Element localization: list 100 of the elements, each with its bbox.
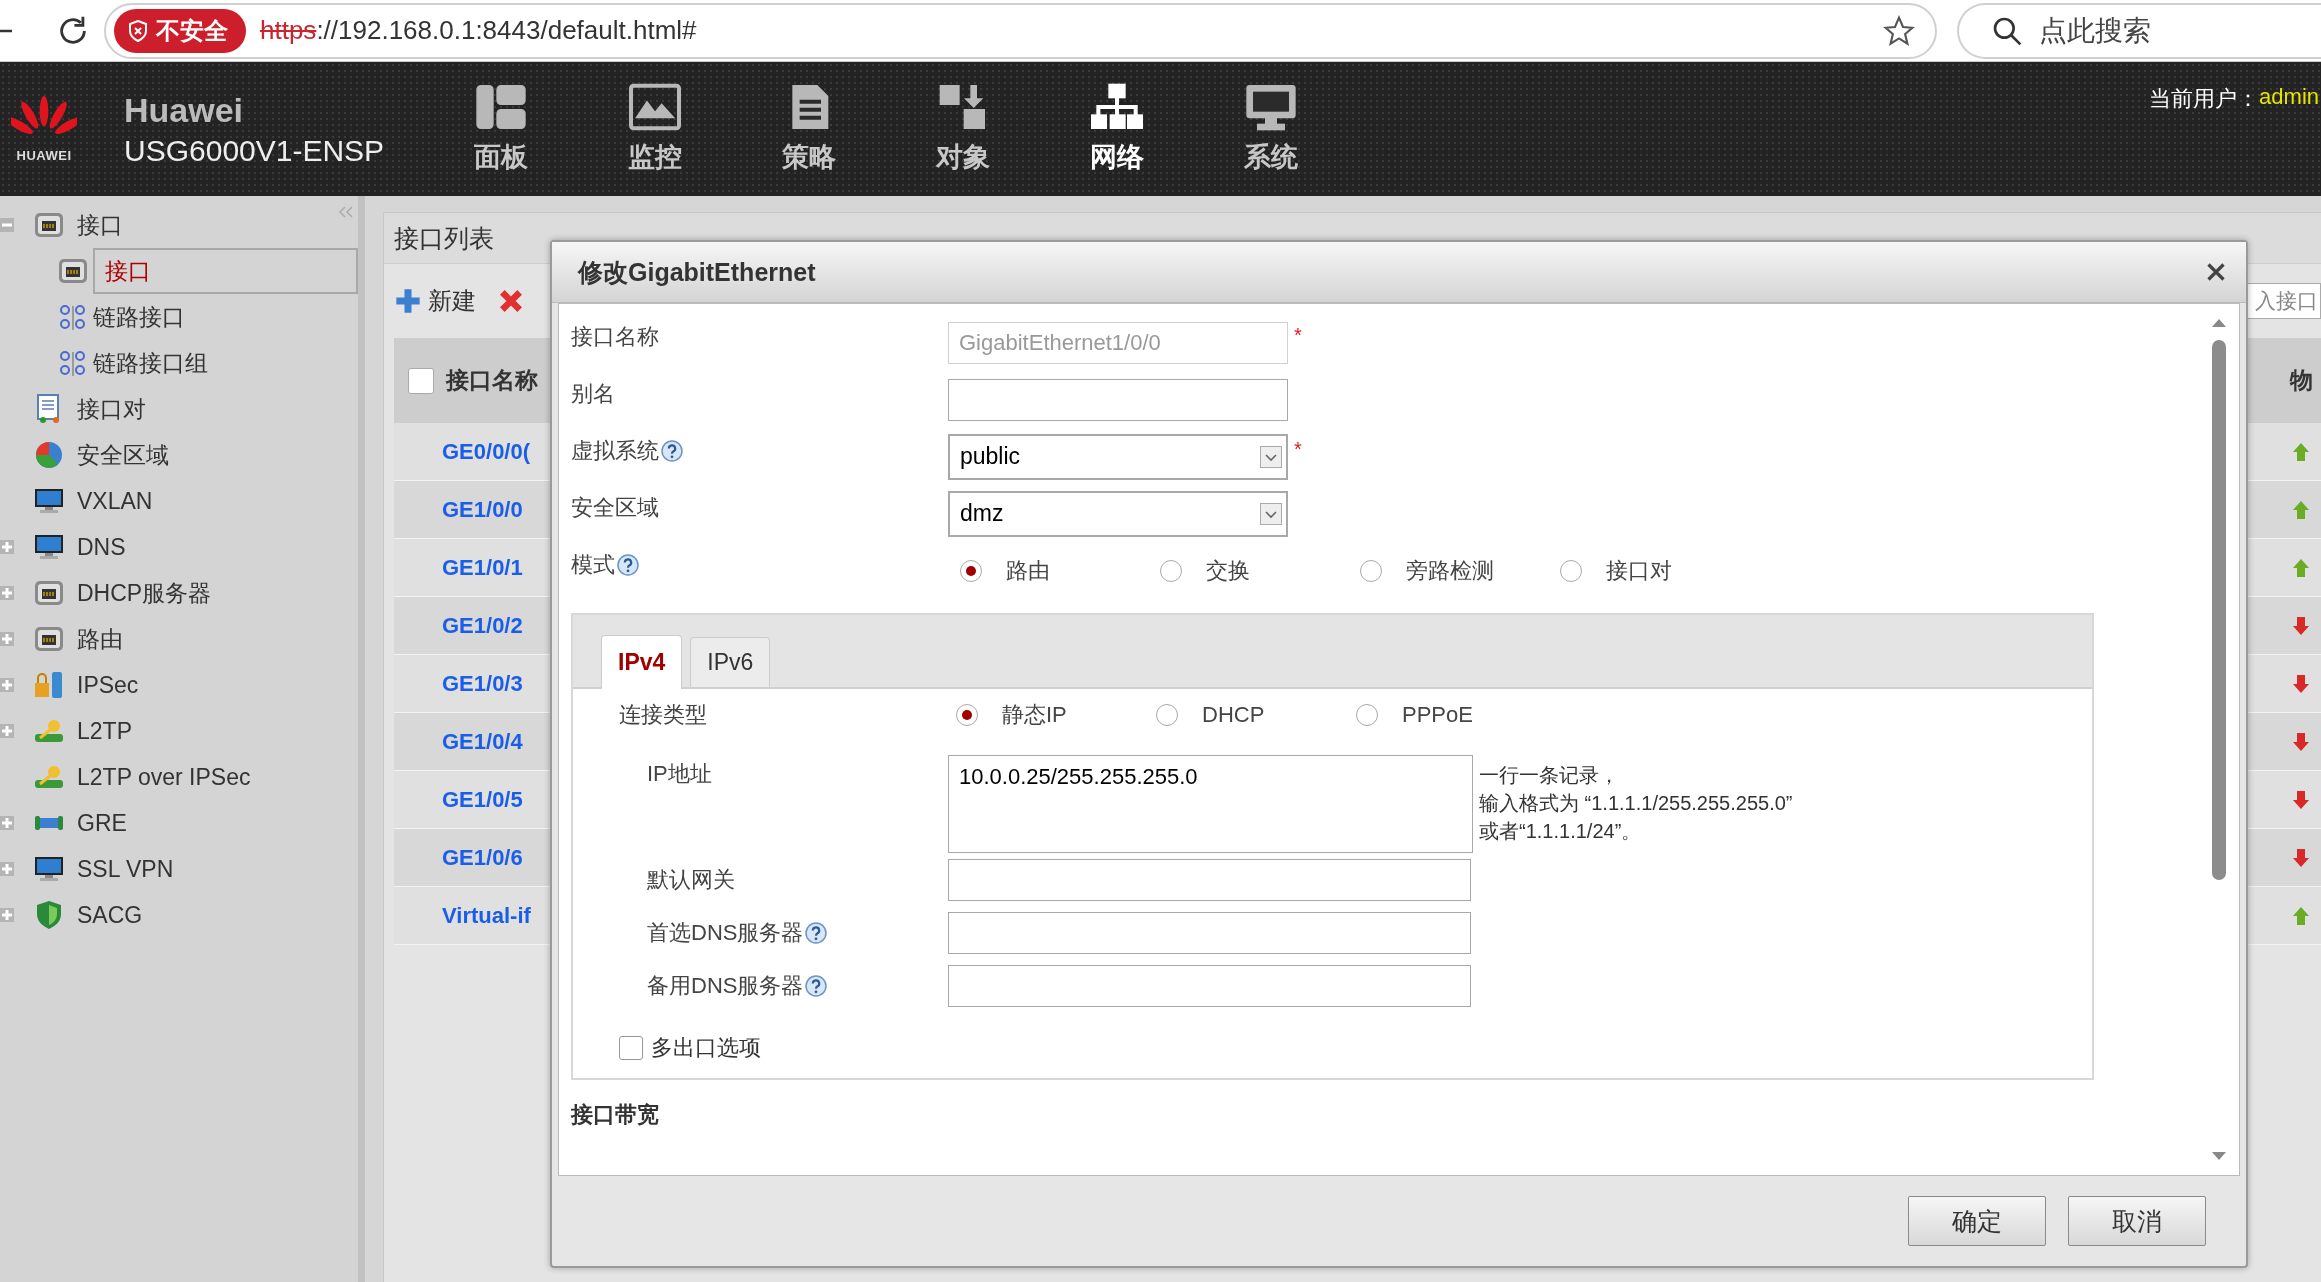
expand-icon[interactable] bbox=[0, 632, 14, 646]
help-icon[interactable] bbox=[661, 440, 683, 462]
tree-item[interactable]: DNS bbox=[77, 533, 126, 561]
checkbox[interactable] bbox=[408, 367, 434, 394]
tree-item[interactable]: 链路接口 bbox=[93, 301, 185, 333]
star-icon[interactable] bbox=[1883, 14, 1915, 47]
expand-icon[interactable] bbox=[0, 586, 14, 600]
tree-item[interactable]: SSL VPN bbox=[77, 855, 174, 883]
interface-link[interactable]: Virtual-if bbox=[394, 902, 531, 929]
tree-item[interactable]: 接口 bbox=[93, 248, 358, 294]
monitor-icon bbox=[1244, 83, 1298, 131]
tree-item[interactable]: 路由 bbox=[77, 623, 123, 655]
scroll-down-icon[interactable] bbox=[2211, 1151, 2227, 1161]
radio-button[interactable] bbox=[1356, 704, 1378, 726]
hint-text: 一行一条记录， 输入格式为 “1.1.1.1/255.255.255.0” 或者“1.1.1.1/24”。 bbox=[1479, 763, 1793, 844]
confirm-button[interactable]: 确定 bbox=[1908, 1196, 2046, 1246]
radio-button[interactable] bbox=[1156, 704, 1178, 726]
dropdown[interactable]: dmz bbox=[948, 490, 1288, 537]
tab[interactable]: IPv6 bbox=[690, 637, 771, 687]
tree-item[interactable]: 接口 bbox=[77, 209, 123, 241]
tree-item[interactable]: DHCP服务器 bbox=[77, 577, 212, 609]
help-icon[interactable] bbox=[805, 974, 828, 997]
interface-link[interactable]: GE1/0/4 bbox=[394, 728, 523, 755]
nav-tab[interactable]: 监控 bbox=[578, 62, 732, 196]
tree-item[interactable]: SACG bbox=[77, 901, 143, 929]
field-label: 默认网关 bbox=[647, 865, 735, 894]
device-icon bbox=[34, 624, 64, 654]
device-icon bbox=[34, 578, 64, 608]
panels-icon bbox=[474, 83, 528, 131]
radio-label: DHCP bbox=[1202, 702, 1265, 728]
interface-link[interactable]: GE1/0/2 bbox=[394, 612, 523, 639]
radio-button[interactable] bbox=[956, 704, 978, 726]
dropdown[interactable]: public bbox=[948, 433, 1288, 480]
nav-tab[interactable]: 网络 bbox=[1040, 62, 1194, 196]
interface-link[interactable]: GE1/0/0 bbox=[394, 496, 523, 523]
new-button[interactable]: 新建 bbox=[394, 285, 476, 317]
column-header[interactable]: 物 bbox=[2289, 365, 2313, 396]
interface-link[interactable]: GE0/0/0( bbox=[394, 438, 531, 465]
device-icon bbox=[34, 210, 64, 240]
user-name: admin bbox=[2259, 84, 2319, 111]
help-icon[interactable] bbox=[617, 554, 639, 576]
security-badge[interactable]: 不安全 bbox=[114, 8, 246, 53]
chart-icon bbox=[628, 83, 682, 131]
interface-link[interactable]: GE1/0/1 bbox=[394, 554, 523, 581]
delete-icon[interactable] bbox=[498, 288, 524, 314]
radio-label: 接口对 bbox=[1606, 556, 1672, 585]
nav-tab[interactable]: 系统 bbox=[1194, 62, 1348, 196]
input-field[interactable] bbox=[948, 911, 1471, 954]
monitor-icon bbox=[34, 486, 64, 516]
column-header[interactable]: 接口名称 bbox=[446, 365, 538, 396]
nav-tab[interactable]: 对象 bbox=[886, 62, 1040, 196]
current-user-label: 当前用户： bbox=[2149, 85, 2260, 113]
expand-icon[interactable] bbox=[0, 540, 14, 554]
checkbox[interactable] bbox=[619, 1036, 643, 1060]
interface-link[interactable]: GE1/0/6 bbox=[394, 844, 523, 871]
radio-button[interactable] bbox=[1160, 559, 1182, 582]
expand-icon[interactable] bbox=[0, 816, 14, 830]
scrollbar-thumb[interactable] bbox=[2212, 340, 2226, 880]
radio-button[interactable] bbox=[1560, 559, 1582, 582]
field-label: 虚拟系统 bbox=[571, 437, 659, 465]
radio-button[interactable] bbox=[960, 559, 982, 582]
text-area[interactable]: 10.0.0.25/255.255.255.0 bbox=[948, 755, 1473, 853]
panel-title: 接口列表 bbox=[394, 222, 494, 254]
tree-item[interactable]: VXLAN bbox=[77, 487, 153, 515]
radio-label: 旁路检测 bbox=[1406, 556, 1494, 585]
expand-icon[interactable] bbox=[0, 908, 14, 922]
address-bar[interactable]: 不安全 https://192.168.0.1:8443/default.html# bbox=[104, 2, 1937, 59]
tree-item[interactable]: 链路接口组 bbox=[93, 347, 208, 379]
required-mark: * bbox=[1294, 323, 1302, 347]
required-mark: * bbox=[1294, 437, 1302, 461]
input-field[interactable] bbox=[948, 378, 1288, 421]
tree-item[interactable]: 接口对 bbox=[77, 393, 146, 425]
field-label: 安全区域 bbox=[571, 494, 659, 522]
expand-icon[interactable] bbox=[0, 724, 14, 738]
tree-item[interactable]: L2TP bbox=[77, 717, 132, 745]
radio-button[interactable] bbox=[1360, 559, 1382, 582]
field-label: 首选DNS服务器 bbox=[647, 918, 804, 947]
tree-item[interactable]: L2TP over IPSec bbox=[77, 763, 251, 791]
expand-icon[interactable] bbox=[0, 862, 14, 876]
input-field[interactable] bbox=[948, 964, 1471, 1007]
tree-item[interactable]: IPSec bbox=[77, 671, 139, 699]
dropdown-icon bbox=[1260, 445, 1282, 468]
nav-tab[interactable]: 策略 bbox=[732, 62, 886, 196]
input-field[interactable] bbox=[948, 858, 1471, 901]
interface-link[interactable]: GE1/0/3 bbox=[394, 670, 523, 697]
tab[interactable]: IPv4 bbox=[601, 635, 683, 689]
device-icon bbox=[58, 256, 88, 286]
radio-label: 路由 bbox=[1006, 556, 1050, 585]
help-icon[interactable] bbox=[805, 921, 828, 944]
nav-tab[interactable]: 面板 bbox=[424, 62, 578, 196]
tree-item[interactable]: 安全区域 bbox=[77, 439, 169, 471]
expand-icon[interactable] bbox=[0, 678, 14, 692]
tree-item[interactable]: GRE bbox=[77, 809, 127, 837]
collapse-icon[interactable] bbox=[0, 218, 14, 232]
field-label: 接口名称 bbox=[571, 323, 659, 351]
close-icon[interactable] bbox=[2206, 262, 2226, 282]
search-field[interactable]: 点此搜索 bbox=[1957, 2, 2321, 59]
collapse-sidebar-icon[interactable] bbox=[338, 206, 354, 218]
cancel-button[interactable]: 取消 bbox=[2068, 1196, 2206, 1246]
interface-link[interactable]: GE1/0/5 bbox=[394, 786, 523, 813]
